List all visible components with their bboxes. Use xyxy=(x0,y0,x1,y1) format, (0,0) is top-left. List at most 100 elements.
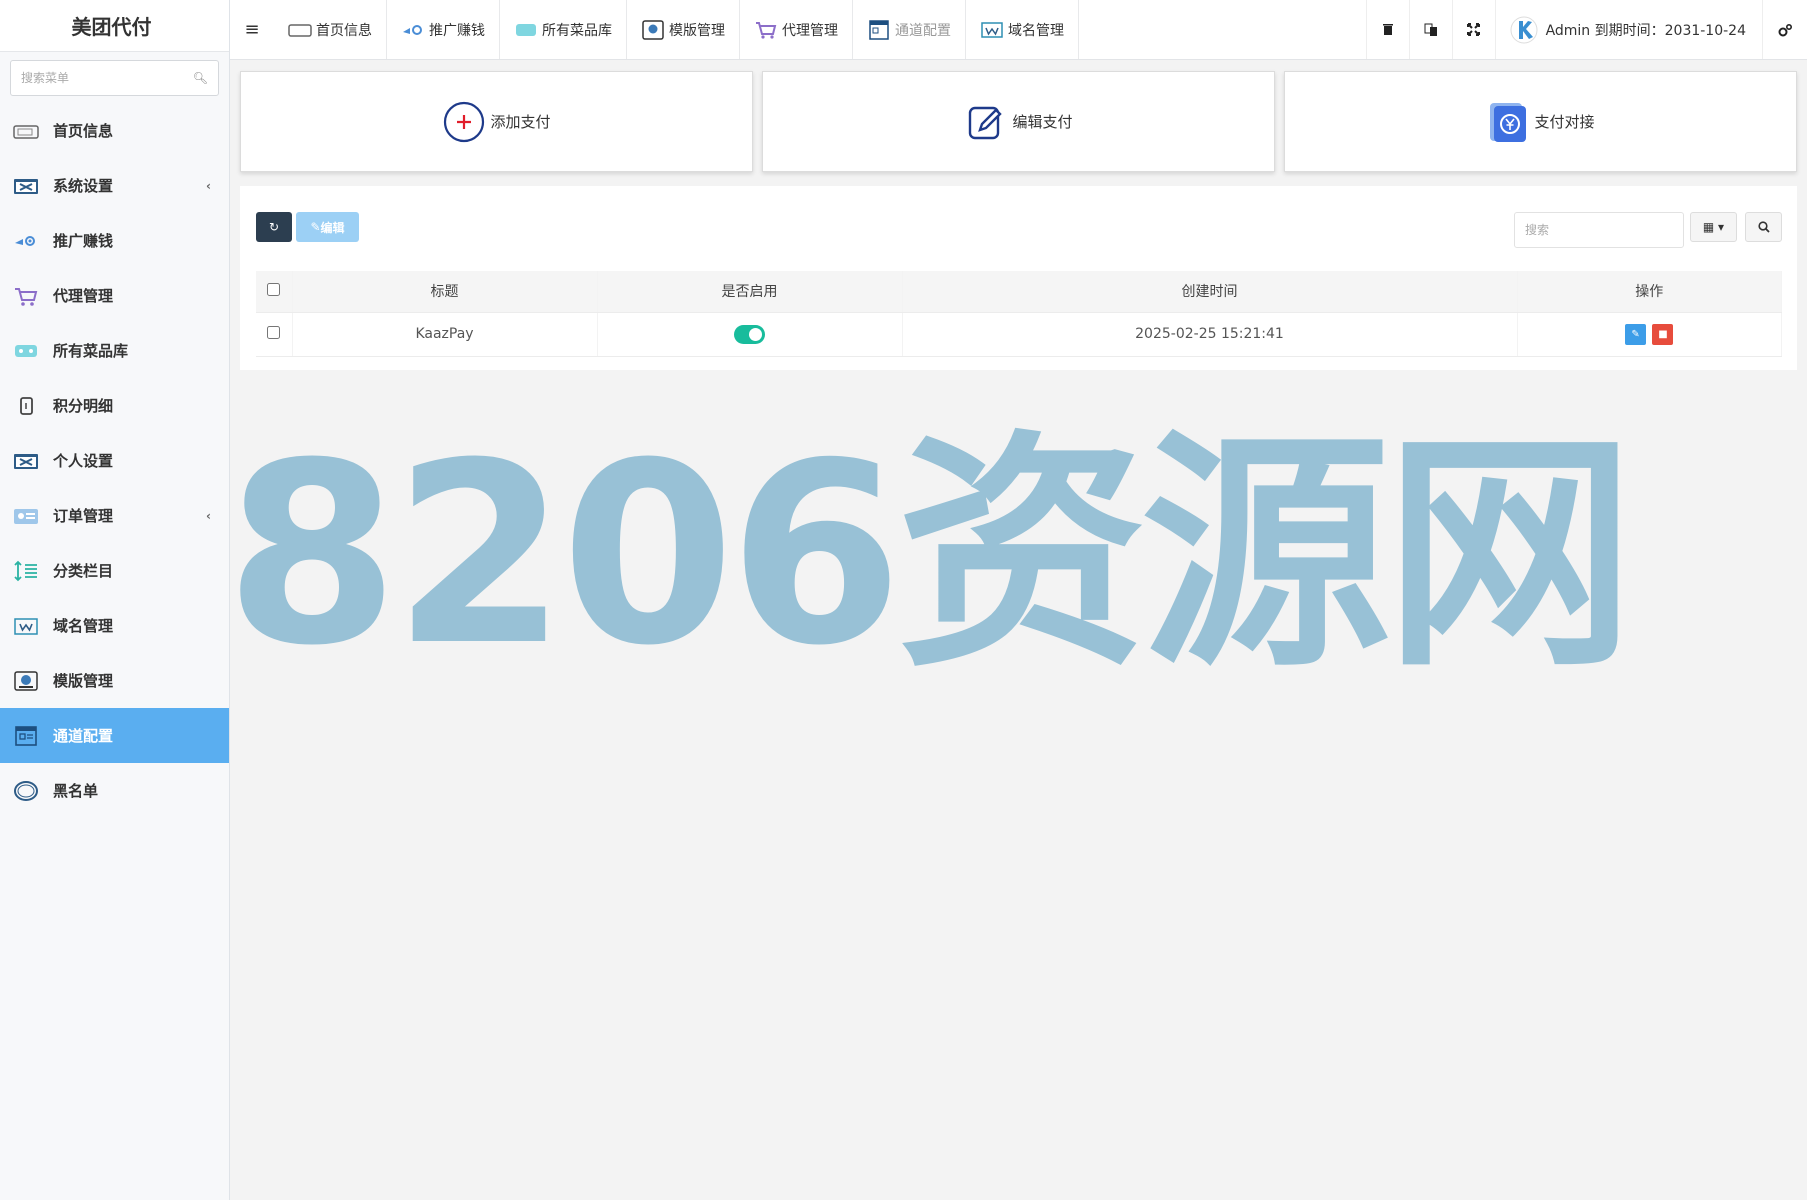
card-label: 支付对接 xyxy=(1534,113,1595,131)
action-cards: 添加支付 编辑支付 支付对接 xyxy=(240,71,1797,172)
home-info-icon xyxy=(13,124,39,139)
row-title: KaazPay xyxy=(292,312,598,357)
sidebar-item-domains[interactable]: 域名管理 xyxy=(0,598,229,653)
add-payment-card[interactable]: 添加支付 xyxy=(240,71,753,172)
channel-config-icon xyxy=(869,19,889,40)
channel-config-icon xyxy=(15,725,37,746)
sidebar-item-home[interactable]: 首页信息 xyxy=(0,103,229,158)
clipboard-icon xyxy=(20,396,33,415)
sidebar: 美团代付 🔍︎ 首页信息 系统设置 ‹ 推广赚钱 代理管理 所有菜品库 积分明细 xyxy=(0,0,230,1200)
add-circle-icon xyxy=(444,101,485,142)
user-expiry-text: Admin 到期时间：2031-10-24 xyxy=(1545,22,1746,39)
columns-toggle-button[interactable]: ▦ ▾ xyxy=(1690,212,1737,242)
tab-label: 推广赚钱 xyxy=(429,22,485,39)
row-enabled-cell xyxy=(597,312,903,357)
sidebar-item-label: 积分明细 xyxy=(53,397,114,415)
sidebar-item-categories[interactable]: 分类栏目 xyxy=(0,543,229,598)
sidebar-item-promotion[interactable]: 推广赚钱 xyxy=(0,213,229,268)
orders-icon xyxy=(14,508,38,524)
sidebar-item-points[interactable]: 积分明细 xyxy=(0,378,229,433)
pencil-icon: ✎ xyxy=(1631,328,1640,340)
row-delete-button[interactable]: ■ xyxy=(1652,323,1674,345)
sidebar-item-blacklist[interactable]: 黑名单 xyxy=(0,763,229,818)
avatar xyxy=(1510,16,1538,43)
table-search-input[interactable] xyxy=(1514,212,1684,248)
sidebar-item-label: 推广赚钱 xyxy=(53,232,114,250)
promotion-icon xyxy=(403,24,422,35)
edit-button[interactable]: ✎ 编辑 xyxy=(296,212,359,242)
domain-icon xyxy=(14,617,38,635)
table-header-row: 标题 是否启用 创建时间 操作 xyxy=(256,271,1782,313)
column-header-created[interactable]: 创建时间 xyxy=(902,271,1518,313)
refresh-icon: ↻ xyxy=(268,220,280,234)
row-checkbox[interactable] xyxy=(267,325,281,339)
sidebar-item-label: 代理管理 xyxy=(53,287,114,305)
sidebar-item-label: 订单管理 xyxy=(53,507,114,525)
top-right-tools: Admin 到期时间：2031-10-24 xyxy=(1365,0,1807,59)
row-edit-button[interactable]: ✎ xyxy=(1625,323,1647,345)
tab-label: 域名管理 xyxy=(1008,22,1064,39)
watermark: 8206资源网 xyxy=(225,409,1635,700)
search-button[interactable] xyxy=(1745,212,1782,242)
chevron-left-icon: ‹ xyxy=(206,508,211,523)
personal-settings-icon xyxy=(14,453,38,469)
sidebar-item-personal-settings[interactable]: 个人设置 xyxy=(0,433,229,488)
dishes-icon xyxy=(516,23,536,36)
trash-icon[interactable] xyxy=(1365,0,1409,59)
menu-search-input[interactable] xyxy=(21,71,193,85)
template-icon xyxy=(14,670,38,691)
sidebar-item-channel-config[interactable]: 通道配置 xyxy=(0,708,229,763)
payment-integration-card[interactable]: 支付对接 xyxy=(1284,71,1797,172)
tab-label: 首页信息 xyxy=(316,22,372,39)
categories-icon xyxy=(14,560,37,581)
tab-templates[interactable]: 模版管理 xyxy=(627,0,740,59)
refresh-button[interactable]: ↻ xyxy=(256,212,292,242)
tab-domains[interactable]: 域名管理 xyxy=(966,0,1079,59)
tab-label: 代理管理 xyxy=(782,22,838,39)
sidebar-item-label: 系统设置 xyxy=(53,177,114,195)
tab-label: 模版管理 xyxy=(669,22,725,39)
tab-promotion[interactable]: 推广赚钱 xyxy=(387,0,500,59)
tab-channel-config[interactable]: 通道配置 xyxy=(853,0,966,59)
topbar: ≡ 首页信息 推广赚钱 所有菜品库 模版管理 代理管理 通道配置 域名管理 Ad… xyxy=(230,0,1807,60)
card-label: 添加支付 xyxy=(490,113,551,131)
sidebar-item-label: 首页信息 xyxy=(53,122,114,140)
dishes-icon xyxy=(15,344,37,357)
translate-icon[interactable] xyxy=(1408,0,1452,59)
data-table: 标题 是否启用 创建时间 操作 KaazPay 2025-02-25 15:21… xyxy=(256,271,1782,357)
pencil-icon: ✎ xyxy=(310,220,321,234)
sidebar-item-orders[interactable]: 订单管理 ‹ xyxy=(0,488,229,543)
card-label: 编辑支付 xyxy=(1012,113,1073,131)
search-icon xyxy=(1757,221,1770,233)
tab-dishes[interactable]: 所有菜品库 xyxy=(500,0,627,59)
fullscreen-icon[interactable] xyxy=(1451,0,1495,59)
edit-payment-card[interactable]: 编辑支付 xyxy=(762,71,1275,172)
tab-agents[interactable]: 代理管理 xyxy=(740,0,853,59)
sidebar-menu: 首页信息 系统设置 ‹ 推广赚钱 代理管理 所有菜品库 积分明细 个人设置 订单… xyxy=(0,103,229,818)
column-header-enabled[interactable]: 是否启用 xyxy=(597,271,903,313)
sidebar-item-dishes[interactable]: 所有菜品库 xyxy=(0,323,229,378)
user-info[interactable]: Admin 到期时间：2031-10-24 xyxy=(1494,0,1763,59)
select-all-cell xyxy=(256,271,293,313)
tab-home[interactable]: 首页信息 xyxy=(274,0,387,59)
sidebar-item-label: 模版管理 xyxy=(53,672,114,690)
promotion-icon xyxy=(15,235,35,246)
sidebar-item-agents[interactable]: 代理管理 xyxy=(0,268,229,323)
sidebar-item-system-settings[interactable]: 系统设置 ‹ xyxy=(0,158,229,213)
sidebar-item-templates[interactable]: 模版管理 xyxy=(0,653,229,708)
cart-icon xyxy=(756,21,777,39)
tab-label: 所有菜品库 xyxy=(542,22,612,39)
row-created: 2025-02-25 15:21:41 xyxy=(902,312,1518,357)
select-all-checkbox[interactable] xyxy=(267,282,281,296)
home-info-icon xyxy=(288,23,312,37)
search-icon[interactable]: 🔍︎ xyxy=(193,71,208,85)
settings-gear-icon[interactable] xyxy=(1763,0,1807,59)
edit-button-label: 编辑 xyxy=(320,220,345,235)
enabled-toggle[interactable] xyxy=(734,324,765,344)
toggle-knob xyxy=(749,327,762,341)
column-header-title[interactable]: 标题 xyxy=(292,271,598,313)
nav-tabs: 首页信息 推广赚钱 所有菜品库 模版管理 代理管理 通道配置 域名管理 xyxy=(274,0,1079,59)
table-row: KaazPay 2025-02-25 15:21:41 ✎ ■ xyxy=(256,312,1782,357)
grid-icon: ▦ ▾ xyxy=(1702,220,1725,234)
menu-toggle-icon[interactable]: ≡ xyxy=(230,0,274,59)
